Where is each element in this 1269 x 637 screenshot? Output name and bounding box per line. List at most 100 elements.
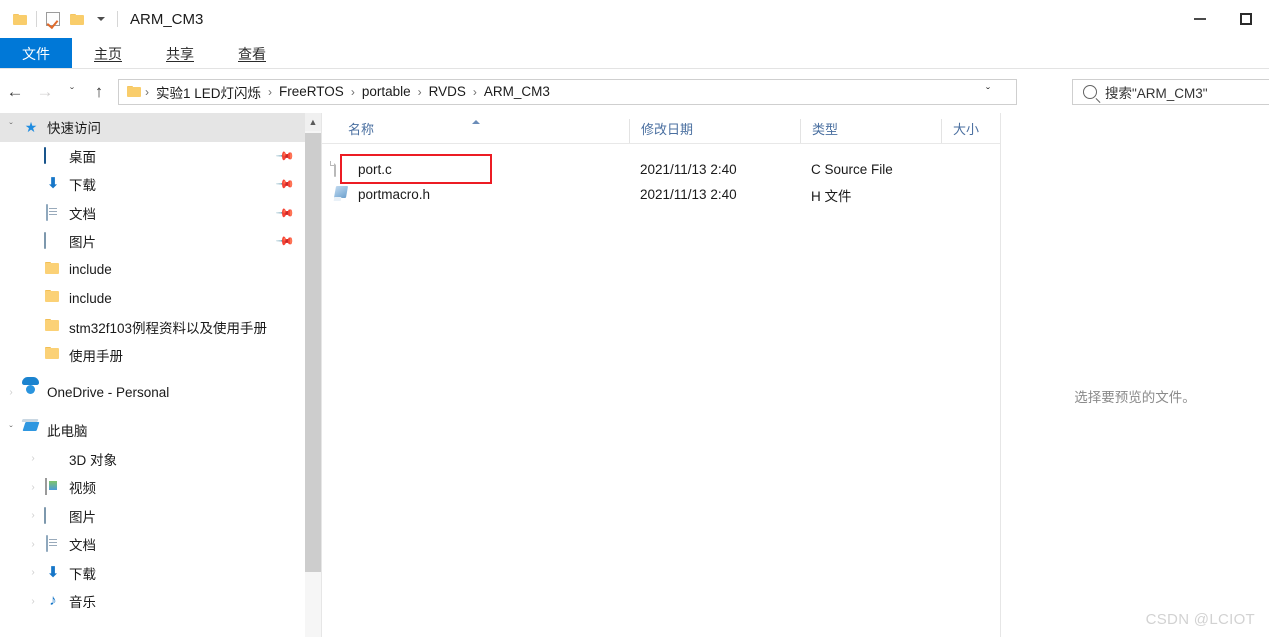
chevron-right-icon[interactable]: › <box>22 482 44 493</box>
sidebar-item-quick-access[interactable]: ˇ ★ 快速访问 <box>0 113 305 142</box>
column-header-date-label: 修改日期 <box>641 122 694 137</box>
sidebar-item-this-pc[interactable]: ˇ 此电脑 <box>0 416 305 445</box>
new-folder-icon[interactable] <box>65 7 89 31</box>
star-icon: ★ <box>24 119 38 136</box>
sidebar-item-user-manual[interactable]: › 使用手册 <box>0 341 305 370</box>
tab-home[interactable]: 主页 <box>72 38 144 69</box>
file-date-cell: 2021/11/13 2:40 <box>640 187 737 202</box>
breadcrumb-item-1[interactable]: FreeRTOS <box>275 82 348 101</box>
breadcrumb-separator-1[interactable]: › <box>265 85 275 99</box>
sidebar-item-onedrive[interactable]: › OneDrive - Personal <box>0 379 305 408</box>
sidebar-item-pictures-pc[interactable]: › 图片 <box>0 502 305 531</box>
breadcrumb-bar[interactable]: › 实验1 LED灯闪烁 › FreeRTOS › portable › RVD… <box>118 78 1170 105</box>
chevron-placeholder-icon: › <box>22 150 44 161</box>
pin-icon[interactable]: 📌 <box>275 146 295 166</box>
pin-icon[interactable]: 📌 <box>275 203 295 223</box>
sidebar-item-label: 文档 <box>69 538 96 554</box>
folder-icon <box>44 262 62 278</box>
navigation-scrollbar[interactable]: ▲ <box>305 113 321 637</box>
sidebar-item-include-2[interactable]: › include <box>0 284 305 313</box>
sidebar-item-videos[interactable]: › 视频 <box>0 473 305 502</box>
breadcrumb-item-4[interactable]: ARM_CM3 <box>480 82 554 101</box>
column-header-name[interactable]: 名称 <box>322 119 629 143</box>
breadcrumb-item-2[interactable]: portable <box>358 82 415 101</box>
folder-icon <box>44 290 62 306</box>
column-header-type-label: 类型 <box>812 122 839 137</box>
sidebar-item-label: 图片 <box>69 235 96 251</box>
pictures-icon <box>44 506 62 524</box>
sidebar-item-label: include <box>69 262 112 278</box>
recent-locations-button[interactable]: ˇ <box>60 77 84 107</box>
breadcrumb-separator-4[interactable]: › <box>470 85 480 99</box>
file-name-cell[interactable]: port.c <box>322 161 629 178</box>
breadcrumb-folder-icon <box>127 85 142 98</box>
tab-share[interactable]: 共享 <box>144 38 216 69</box>
sidebar-item-label: 下载 <box>69 566 96 582</box>
sidebar-item-pictures[interactable]: › 图片 📌 <box>0 227 305 256</box>
forward-button[interactable]: → <box>30 77 60 107</box>
sidebar-item-music[interactable]: › ♪ 音乐 <box>0 587 305 616</box>
maximize-button[interactable] <box>1223 3 1269 35</box>
sidebar-item-documents[interactable]: › 文档 📌 <box>0 199 305 228</box>
folder-icon[interactable] <box>8 7 32 31</box>
pin-icon[interactable]: 📌 <box>275 174 295 194</box>
sidebar-item-label: include <box>69 290 112 306</box>
chevron-right-icon[interactable]: › <box>22 453 44 464</box>
desktop-icon <box>44 146 62 164</box>
preview-message: 选择要预览的文件。 <box>1074 390 1196 405</box>
column-header-size[interactable]: 大小 <box>941 119 1000 143</box>
pictures-icon <box>44 232 62 250</box>
sidebar-item-documents-pc[interactable]: › 文档 <box>0 530 305 559</box>
properties-icon[interactable] <box>41 7 65 31</box>
table-row[interactable]: portmacro.h 2021/11/13 2:40 H 文件 <box>322 182 1000 207</box>
chevron-right-icon[interactable]: › <box>22 596 44 607</box>
sidebar-item-downloads[interactable]: › ⬇ 下载 📌 <box>0 170 305 199</box>
back-button[interactable]: ← <box>0 77 30 107</box>
chevron-right-icon[interactable]: › <box>22 567 44 578</box>
column-header-date[interactable]: 修改日期 <box>629 119 800 143</box>
sidebar-item-3d-objects[interactable]: › 3D 对象 <box>0 445 305 474</box>
breadcrumb-dropdown-icon[interactable]: ˇ <box>986 85 990 99</box>
column-header-type[interactable]: 类型 <box>800 119 941 143</box>
search-icon <box>1083 84 1097 99</box>
download-icon: ⬇ <box>46 175 60 193</box>
window-controls <box>1177 0 1269 38</box>
sidebar-item-include-1[interactable]: › include <box>0 256 305 285</box>
chevron-down-icon[interactable]: ˇ <box>0 122 22 133</box>
scroll-up-icon[interactable]: ▲ <box>305 113 321 131</box>
file-explorer-window: ARM_CM3 文件 主页 共享 查看 ← → ˇ ↑ › 实验1 LED灯闪烁… <box>0 0 1269 637</box>
tab-view[interactable]: 查看 <box>216 38 288 69</box>
sidebar-item-label: 音乐 <box>69 595 96 611</box>
breadcrumb-separator-3[interactable]: › <box>415 85 425 99</box>
breadcrumb-separator-2[interactable]: › <box>348 85 358 99</box>
minimize-button[interactable] <box>1177 3 1223 35</box>
column-header-name-label: 名称 <box>348 122 375 137</box>
this-pc-icon <box>22 422 40 438</box>
breadcrumb-item-3[interactable]: RVDS <box>425 82 470 101</box>
pin-icon[interactable]: 📌 <box>275 231 295 251</box>
chevron-down-icon[interactable]: ˇ <box>0 425 22 436</box>
sidebar-item-stm32f103-manual[interactable]: › stm32f103例程资料以及使用手册 <box>0 313 305 342</box>
videos-icon <box>44 478 62 496</box>
tab-home-label: 主页 <box>94 45 122 62</box>
breadcrumb-separator-0[interactable]: › <box>142 85 152 99</box>
breadcrumb-item-0[interactable]: 实验1 LED灯闪烁 <box>152 80 265 104</box>
table-row[interactable]: port.c 2021/11/13 2:40 C Source File <box>322 157 1000 182</box>
chevron-right-icon[interactable]: › <box>0 387 22 398</box>
search-input[interactable]: 搜索"ARM_CM3" <box>1072 78 1269 105</box>
chevron-placeholder-icon: › <box>22 207 44 218</box>
chevron-right-icon[interactable]: › <box>22 539 44 550</box>
up-button[interactable]: ↑ <box>84 77 114 107</box>
sidebar-item-downloads-pc[interactable]: › ⬇ 下载 <box>0 559 305 588</box>
column-headers: 名称 修改日期 类型 大小 <box>322 113 1000 144</box>
preview-pane: 选择要预览的文件。 <box>1001 113 1269 637</box>
chevron-right-icon[interactable]: › <box>22 510 44 521</box>
folder-icon <box>44 347 62 363</box>
tab-file[interactable]: 文件 <box>0 38 72 69</box>
sidebar-item-desktop[interactable]: › 桌面 📌 <box>0 142 305 171</box>
c-source-file-icon <box>333 161 349 178</box>
customize-dropdown-icon[interactable] <box>89 7 113 31</box>
title-bar: ARM_CM3 <box>0 0 1269 38</box>
scrollbar-thumb[interactable] <box>305 133 321 572</box>
file-name-cell[interactable]: portmacro.h <box>322 186 629 203</box>
